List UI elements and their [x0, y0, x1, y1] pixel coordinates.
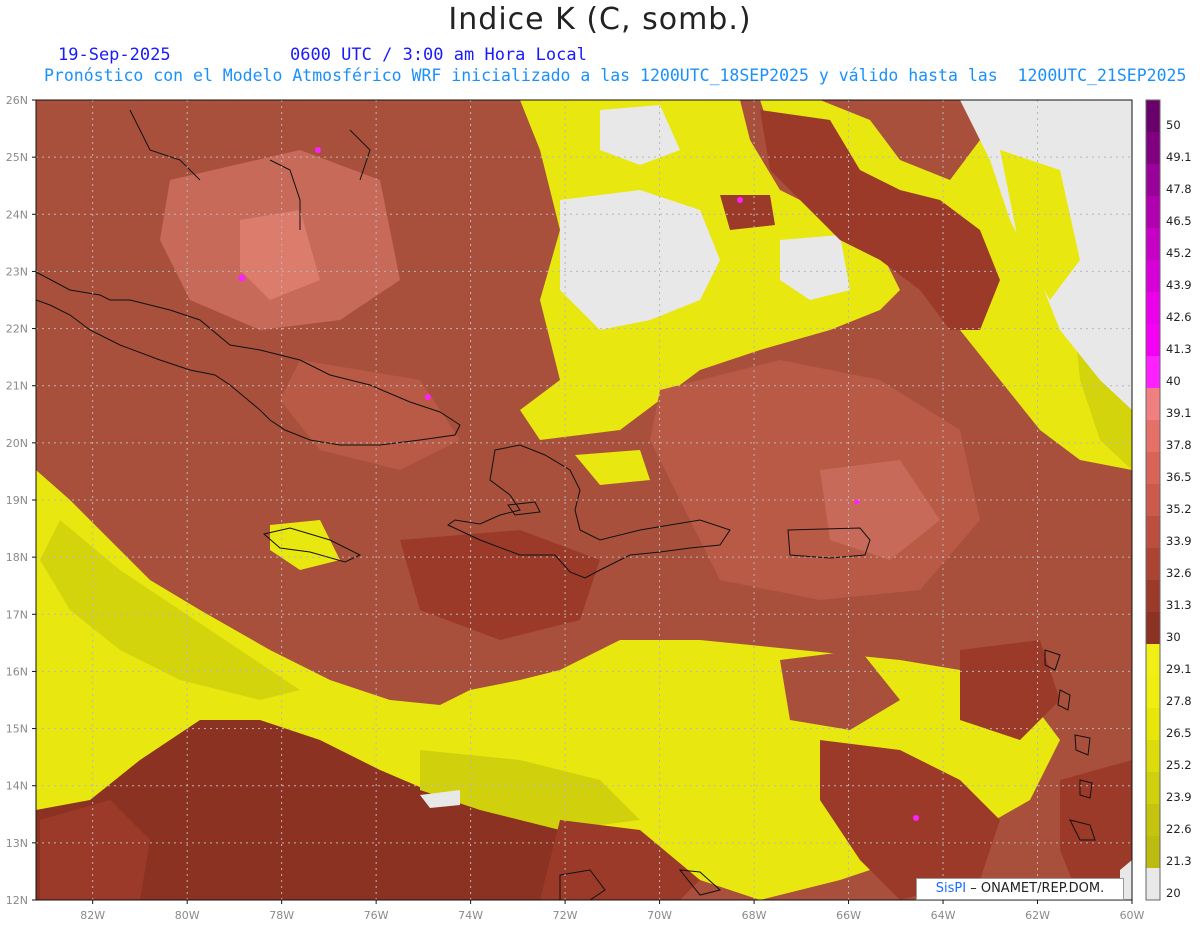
colorbar-swatch — [1146, 548, 1160, 581]
lat-tick-label: 22N — [6, 323, 28, 336]
colorbar-label: 23.9 — [1166, 790, 1192, 804]
colorbar-swatch — [1146, 740, 1160, 773]
lon-tick-label: 78W — [269, 909, 294, 922]
colorbar-label: 32.6 — [1166, 566, 1192, 580]
lat-tick-label: 26N — [6, 94, 28, 107]
lon-tick-label: 70W — [647, 909, 672, 922]
colorbar-label: 37.8 — [1166, 438, 1192, 452]
colorbar-label: 43.9 — [1166, 278, 1192, 292]
colorbar-swatch — [1146, 292, 1160, 325]
latitude-ticks: 26N 25N 24N 23N 22N 21N 20N 19N 18N 17N 16N 15N 14N 1… — [6, 94, 36, 907]
colorbar-label: 26.5 — [1166, 726, 1192, 740]
colorbar-swatch — [1146, 196, 1160, 229]
lat-tick-label: 19N — [6, 494, 28, 507]
colorbar-label: 50 — [1166, 118, 1181, 132]
colorbar-swatch — [1146, 580, 1160, 613]
colorbar-label: 20 — [1166, 886, 1181, 900]
lat-tick-label: 17N — [6, 608, 28, 621]
sispi-logo: SisPI — [935, 881, 967, 896]
colorbar-swatch — [1146, 324, 1160, 357]
colorbar-swatch — [1146, 804, 1160, 837]
colorbar-swatch — [1146, 452, 1160, 485]
colorbar-label: 39.1 — [1166, 406, 1192, 420]
colorbar-label: 29.1 — [1166, 662, 1192, 676]
field-magenta-spot — [315, 147, 321, 153]
colorbar-swatch — [1146, 356, 1160, 389]
colorbar-label: 31.3 — [1166, 598, 1192, 612]
colorbar-label: 35.2 — [1166, 502, 1192, 516]
colorbar-swatch — [1146, 612, 1160, 645]
colorbar-swatch — [1146, 100, 1160, 133]
colorbar-swatch — [1146, 420, 1160, 453]
lon-tick-label: 82W — [80, 909, 105, 922]
colorbar-swatch — [1146, 676, 1160, 709]
lon-tick-label: 74W — [458, 909, 483, 922]
colorbar-swatch — [1146, 260, 1160, 293]
lat-tick-label: 25N — [6, 151, 28, 164]
lon-tick-label: 64W — [931, 909, 956, 922]
lon-tick-label: 60W — [1120, 909, 1145, 922]
lat-tick-label: 20N — [6, 437, 28, 450]
field-magenta-spot — [737, 197, 743, 203]
lat-tick-label: 14N — [6, 780, 28, 793]
credit-box: SisPI – ONAMET/REP.DOM. — [916, 878, 1124, 900]
field-magenta-spot — [238, 274, 246, 282]
lat-tick-label: 12N — [6, 894, 28, 907]
colorbar-swatch — [1146, 484, 1160, 517]
colorbar-label: 40 — [1166, 374, 1181, 388]
colorbar-swatch — [1146, 516, 1160, 549]
colorbar-swatch — [1146, 164, 1160, 197]
credit-separator: – — [970, 881, 981, 896]
colorbar-label: 21.3 — [1166, 854, 1192, 868]
colorbar-label: 47.8 — [1166, 182, 1192, 196]
colorbar-swatch — [1146, 772, 1160, 805]
lat-tick-label: 18N — [6, 551, 28, 564]
colorbar-label: 25.2 — [1166, 758, 1192, 772]
colorbar-label: 42.6 — [1166, 310, 1192, 324]
colorbar-swatch — [1146, 228, 1160, 261]
colorbar-swatch — [1146, 388, 1160, 421]
colorbar-label: 46.5 — [1166, 214, 1192, 228]
colorbar-swatch — [1146, 644, 1160, 677]
lon-tick-label: 62W — [1025, 909, 1050, 922]
lon-tick-label: 76W — [364, 909, 389, 922]
longitude-ticks: 82W 80W 78W 76W 74W 72W 70W 68W 66W 64W 62W 60W — [80, 900, 1145, 922]
colorbar-swatch — [1146, 132, 1160, 165]
colorbar-label: 30 — [1166, 630, 1181, 644]
lon-tick-label: 72W — [553, 909, 578, 922]
lat-tick-label: 16N — [6, 665, 28, 678]
lat-tick-label: 13N — [6, 837, 28, 850]
colorbar-label: 45.2 — [1166, 246, 1192, 260]
k-index-map: 82W 80W 78W 76W 74W 72W 70W 68W 66W 64W 62W 60W 26N… — [6, 94, 1192, 922]
colorbar-label: 33.9 — [1166, 534, 1192, 548]
colorbar-label: 36.5 — [1166, 470, 1192, 484]
lon-tick-label: 66W — [836, 909, 861, 922]
colorbar-swatch — [1146, 708, 1160, 741]
lat-tick-label: 15N — [6, 723, 28, 736]
colorbar-label: 41.3 — [1166, 342, 1192, 356]
lon-tick-label: 68W — [742, 909, 767, 922]
colorbar-swatch — [1146, 836, 1160, 869]
colorbar: 50 49.1 47.8 46.5 45.2 43.9 42.6 41.3 40 39.1 37.8… — [1145, 99, 1192, 901]
colorbar-label: 27.8 — [1166, 694, 1192, 708]
lat-tick-label: 21N — [6, 380, 28, 393]
colorbar-label: 49.1 — [1166, 150, 1192, 164]
lat-tick-label: 24N — [6, 208, 28, 221]
lon-tick-label: 80W — [175, 909, 200, 922]
field-magenta-spot — [913, 815, 919, 821]
field-magenta-spot — [425, 394, 431, 400]
lat-tick-label: 23N — [6, 265, 28, 278]
colorbar-label: 22.6 — [1166, 822, 1192, 836]
colorbar-swatch — [1146, 868, 1160, 901]
credit-org: ONAMET/REP.DOM. — [980, 881, 1105, 896]
